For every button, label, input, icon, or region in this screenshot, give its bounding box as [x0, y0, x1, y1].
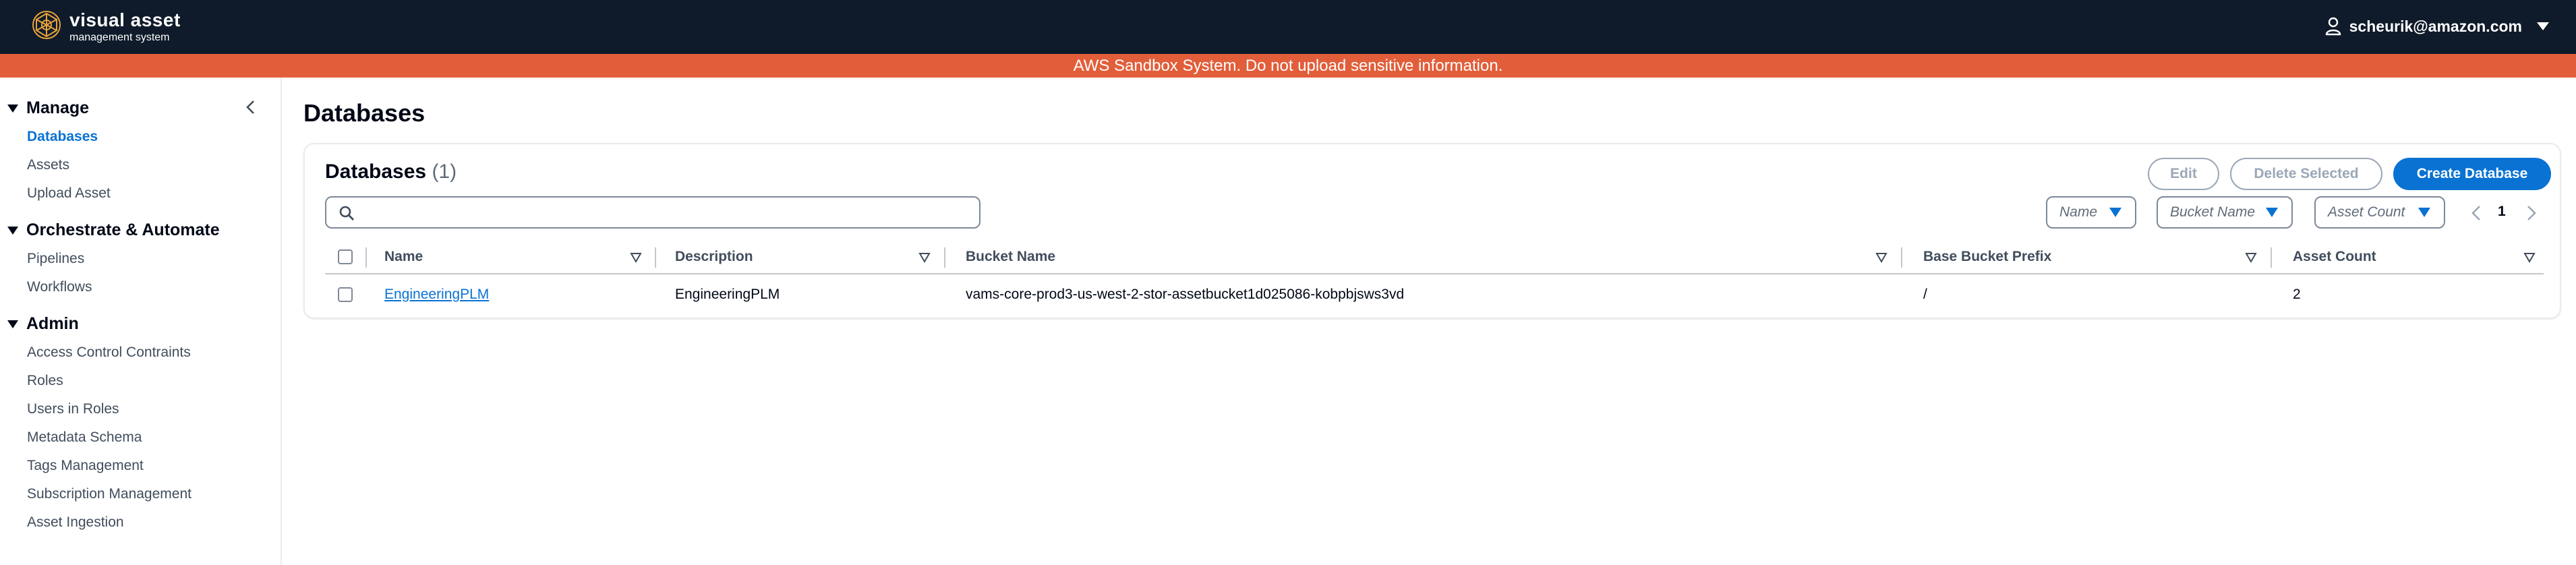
- sort-icon[interactable]: [2523, 251, 2536, 264]
- sort-icon[interactable]: [630, 251, 642, 264]
- column-divider: [1901, 247, 1902, 268]
- collapse-sidebar-icon[interactable]: [243, 99, 259, 115]
- search-icon: [339, 206, 354, 220]
- sandbox-banner: AWS Sandbox System. Do not upload sensit…: [0, 54, 2576, 78]
- card-header: Databases (1): [325, 160, 457, 183]
- sidebar-item-pipelines[interactable]: Pipelines: [27, 251, 84, 267]
- sidebar-section-label: Orchestrate & Automate: [26, 220, 220, 239]
- sidebar-section-label: Admin: [26, 314, 79, 333]
- sidebar-item-tags-management[interactable]: Tags Management: [27, 458, 144, 474]
- app-title: visual asset: [69, 9, 181, 30]
- sidebar-section-label: Manage: [26, 98, 90, 117]
- sidebar-item-access-control[interactable]: Access Control Contraints: [27, 345, 191, 361]
- database-bucket-name: vams-core-prod3-us-west-2-stor-assetbuck…: [966, 287, 1405, 302]
- column-divider: [655, 247, 656, 268]
- sidebar-item-roles[interactable]: Roles: [27, 373, 63, 389]
- column-header-bucket-name[interactable]: Bucket Name: [966, 241, 1055, 273]
- card-title: Databases: [325, 160, 427, 183]
- user-menu[interactable]: scheurik@amazon.com: [2325, 15, 2549, 38]
- caret-down-icon: [2537, 22, 2549, 30]
- database-description: EngineeringPLM: [675, 287, 780, 302]
- sort-select-label: Asset Count: [2328, 204, 2405, 220]
- sidebar-item-workflows[interactable]: Workflows: [27, 279, 92, 295]
- sidebar-item-asset-ingestion[interactable]: Asset Ingestion: [27, 514, 124, 531]
- column-header-asset-count[interactable]: Asset Count: [2293, 241, 2376, 273]
- sort-name-select[interactable]: Name: [2046, 196, 2136, 229]
- edit-button[interactable]: Edit: [2148, 158, 2219, 190]
- app-brand[interactable]: visual asset management system: [69, 11, 181, 44]
- sidebar-section-manage[interactable]: Manage: [0, 98, 89, 118]
- delete-selected-button[interactable]: Delete Selected: [2230, 158, 2382, 190]
- user-email: scheurik@amazon.com: [2349, 17, 2522, 35]
- sort-icon[interactable]: [1875, 251, 1887, 264]
- column-header-base-bucket-prefix[interactable]: Base Bucket Prefix: [1923, 241, 2051, 273]
- chevron-left-icon[interactable]: [2469, 204, 2483, 222]
- chevron-right-icon[interactable]: [2525, 204, 2538, 222]
- caret-down-icon: [2418, 208, 2430, 217]
- sidebar-item-upload-asset[interactable]: Upload Asset: [27, 185, 111, 202]
- user-icon: [2325, 17, 2341, 36]
- top-navigation: visual asset management system scheurik@…: [0, 0, 2576, 54]
- row-checkbox[interactable]: [338, 287, 353, 302]
- create-database-button[interactable]: Create Database: [2393, 158, 2551, 190]
- sidebar-item-metadata-schema[interactable]: Metadata Schema: [27, 429, 142, 446]
- current-page[interactable]: 1: [2498, 204, 2506, 220]
- column-divider: [944, 247, 945, 268]
- sort-icon[interactable]: [918, 251, 931, 264]
- item-count: (1): [432, 160, 457, 183]
- caret-down-icon: [7, 320, 18, 328]
- table-header: Name Description Bucket Name Base Bucket…: [325, 241, 2544, 274]
- app-subtitle: management system: [69, 32, 170, 43]
- sidebar-section-admin[interactable]: Admin: [0, 314, 79, 334]
- column-header-name[interactable]: Name: [384, 241, 423, 273]
- caret-down-icon: [2109, 208, 2121, 217]
- sort-select-label: Name: [2059, 204, 2098, 220]
- sidebar: Manage Databases Assets Upload Asset Orc…: [0, 78, 282, 565]
- sidebar-item-users-in-roles[interactable]: Users in Roles: [27, 401, 119, 417]
- search-input[interactable]: [363, 202, 970, 223]
- sort-icon[interactable]: [2245, 251, 2257, 264]
- column-divider: [365, 247, 367, 268]
- sort-select-label: Bucket Name: [2170, 204, 2256, 220]
- databases-table-container: Databases (1) Edit Delete Selected Creat…: [303, 143, 2561, 319]
- sidebar-section-orchestrate[interactable]: Orchestrate & Automate: [0, 220, 220, 240]
- caret-down-icon: [2266, 208, 2278, 217]
- database-asset-count: 2: [2293, 287, 2301, 302]
- sidebar-item-subscription-management[interactable]: Subscription Management: [27, 486, 192, 502]
- sort-asset-count-select[interactable]: Asset Count: [2314, 196, 2445, 229]
- sidebar-item-databases[interactable]: Databases: [27, 129, 98, 145]
- database-name-link[interactable]: EngineeringPLM: [384, 276, 489, 314]
- logo-icon[interactable]: [30, 8, 63, 42]
- select-all-checkbox[interactable]: [338, 249, 353, 264]
- column-divider: [2271, 247, 2272, 268]
- sort-bucket-name-select[interactable]: Bucket Name: [2157, 196, 2293, 229]
- column-header-description[interactable]: Description: [675, 241, 753, 273]
- database-base-bucket-prefix: /: [1923, 287, 1927, 302]
- caret-down-icon: [7, 226, 18, 235]
- table-row: EngineeringPLM EngineeringPLM vams-core-…: [325, 276, 2544, 314]
- search-field[interactable]: [325, 196, 980, 229]
- caret-down-icon: [7, 104, 18, 113]
- page-title: Databases: [303, 99, 426, 127]
- sidebar-item-assets[interactable]: Assets: [27, 157, 69, 173]
